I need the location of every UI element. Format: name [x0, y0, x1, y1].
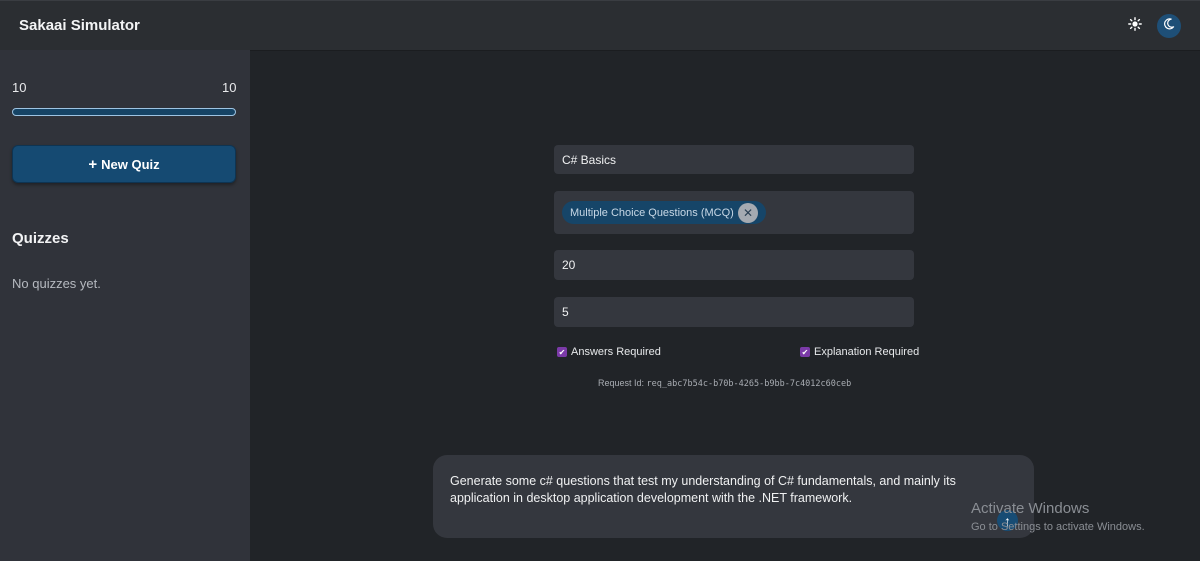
answers-required-label: Answers Required — [571, 346, 661, 358]
topic-field[interactable] — [554, 145, 914, 174]
explanation-required-label: Explanation Required — [814, 346, 920, 358]
range-max-value: 10 — [222, 80, 237, 95]
dark-mode-button[interactable] — [1157, 14, 1181, 38]
plus-icon: + — [88, 155, 98, 173]
question-count-input[interactable] — [554, 250, 914, 280]
question-type-chip[interactable]: Multiple Choice Questions (MCQ) ✕ — [562, 201, 766, 224]
prompt-input-box[interactable]: Generate some c# questions that test my … — [433, 455, 1034, 538]
quizzes-heading: Quizzes — [12, 230, 69, 247]
request-id-value: req_abc7b54c-b70b-4265-b9bb-7c4012c60ceb — [646, 379, 852, 389]
explanation-required-checkbox[interactable]: ✔ Explanation Required — [800, 346, 919, 358]
check-icon[interactable]: ✔ — [557, 347, 567, 357]
request-id-label: Request Id: — [598, 378, 645, 388]
remove-chip-icon[interactable]: ✕ — [738, 203, 758, 223]
topic-input[interactable] — [554, 145, 914, 174]
check-icon[interactable]: ✔ — [800, 347, 810, 357]
light-mode-button[interactable] — [1124, 15, 1146, 37]
watermark-title: Activate Windows — [971, 500, 1090, 517]
empty-quizzes-text: No quizzes yet. — [12, 276, 101, 291]
request-id: Request Id: req_abc7b54c-b70b-4265-b9bb-… — [598, 378, 851, 389]
sun-icon — [1128, 16, 1142, 36]
options-count-field[interactable] — [554, 297, 914, 327]
activate-windows-watermark: Activate Windows Go to Settings to activ… — [971, 500, 1145, 533]
app-title: Sakaai Simulator — [19, 17, 140, 34]
question-type-select[interactable]: Multiple Choice Questions (MCQ) ✕ — [554, 191, 914, 234]
prompt-text[interactable]: Generate some c# questions that test my … — [450, 473, 1010, 507]
sidebar: 10 10 + New Quiz Quizzes No quizzes yet. — [0, 50, 250, 561]
new-quiz-button[interactable]: + New Quiz — [12, 145, 236, 183]
question-count-field[interactable] — [554, 250, 914, 280]
new-quiz-label: New Quiz — [101, 156, 160, 172]
moon-icon — [1163, 17, 1175, 35]
answers-required-checkbox[interactable]: ✔ Answers Required — [557, 346, 661, 358]
range-min-value: 10 — [12, 80, 27, 95]
options-count-input[interactable] — [554, 297, 914, 327]
top-bar: Sakaai Simulator — [0, 0, 1200, 50]
range-slider[interactable] — [12, 108, 236, 116]
question-type-chip-label: Multiple Choice Questions (MCQ) — [570, 206, 734, 219]
watermark-subtitle: Go to Settings to activate Windows. — [971, 521, 1145, 533]
